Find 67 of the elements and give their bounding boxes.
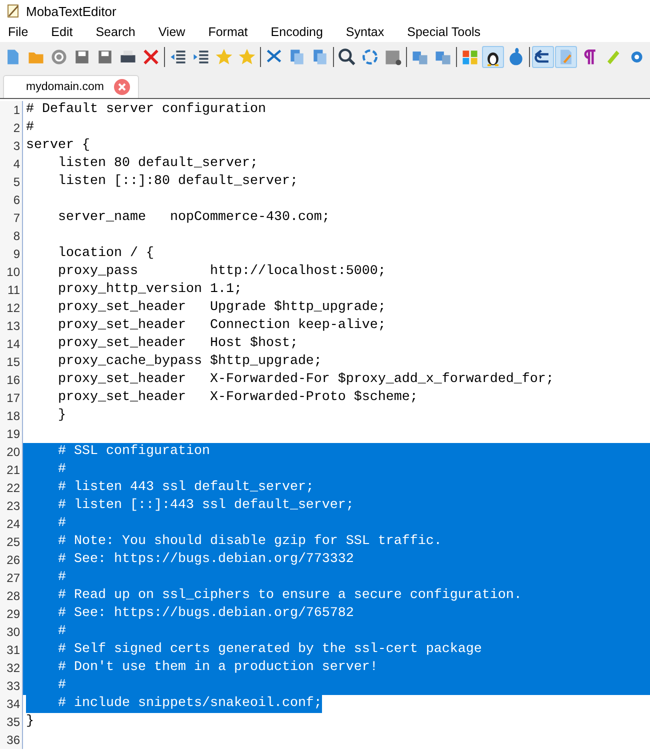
line-number: 24	[0, 515, 23, 533]
menu-item[interactable]: Encoding	[270, 25, 323, 39]
code-line: listen [::]:80 default_server;	[56, 173, 298, 191]
code-line: proxy_set_header Connection keep-alive;	[56, 317, 386, 335]
code-line: location / {	[56, 245, 154, 263]
menu-item[interactable]: Special Tools	[407, 25, 481, 39]
line-number: 29	[0, 605, 23, 623]
code-line: proxy_cache_bypass $http_upgrade;	[56, 353, 322, 371]
code-line: proxy_set_header Host $host;	[56, 335, 298, 353]
file-tab[interactable]: mydomain.com	[3, 75, 139, 98]
notepad-icon	[6, 4, 20, 18]
menu-item[interactable]: Search	[96, 25, 136, 39]
line-number: 4	[0, 155, 23, 173]
line-number: 13	[0, 317, 23, 335]
code-line: proxy_set_header Upgrade $http_upgrade;	[56, 299, 386, 317]
code-line: proxy_set_header X-Forwarded-For $proxy_add_x_forwarded_for;	[56, 371, 554, 389]
line-number: 30	[0, 623, 23, 641]
line-number: 22	[0, 479, 23, 497]
line-number: 16	[0, 371, 23, 389]
line-number: 12	[0, 299, 23, 317]
line-number: 26	[0, 551, 23, 569]
menu-item[interactable]: Syntax	[346, 25, 384, 39]
code-line: }	[26, 713, 34, 731]
line-number: 27	[0, 569, 23, 587]
line-number: 6	[0, 191, 23, 209]
line-number: 15	[0, 353, 23, 371]
penguin-icon[interactable]	[482, 46, 504, 68]
line-number: 18	[0, 407, 23, 425]
line-number: 7	[0, 209, 23, 227]
line-number: 10	[0, 263, 23, 281]
line-number: 28	[0, 587, 23, 605]
line-number: 21	[0, 461, 23, 479]
line-number: 19	[0, 425, 23, 443]
line-number: 35	[0, 713, 23, 731]
line-number: 33	[0, 677, 23, 695]
code-line: proxy_http_version 1.1;	[56, 281, 242, 299]
menu-item[interactable]: View	[158, 25, 186, 39]
code-line: }	[56, 407, 66, 425]
menu-item[interactable]: Format	[208, 25, 248, 39]
code-line: proxy_set_header X-Forwarded-Proto $scheme;	[56, 389, 418, 407]
menu-item[interactable]: File	[8, 25, 28, 39]
line-number: 8	[0, 227, 23, 245]
line-number: 31	[0, 641, 23, 659]
line-number: 36	[0, 731, 23, 749]
line-number: 20	[0, 443, 23, 461]
code-line: listen 80 default_server;	[56, 155, 258, 173]
code-line: # Default server configuration	[26, 101, 266, 119]
line-number: 3	[0, 137, 23, 155]
line-number: 9	[0, 245, 23, 263]
line-number: 5	[0, 173, 23, 191]
line-number: 23	[0, 497, 23, 515]
line-number: 2	[0, 119, 23, 137]
code-line: server {	[26, 137, 90, 155]
code-line: #	[26, 119, 34, 137]
code-line: server_name nopCommerce-430.com;	[56, 209, 330, 227]
search-icon[interactable]	[336, 46, 358, 68]
code-line: proxy_pass http://localhost:5000;	[56, 263, 386, 281]
menu-item[interactable]: Edit	[51, 25, 73, 39]
line-number: 25	[0, 533, 23, 551]
line-number: 32	[0, 659, 23, 677]
line-number: 14	[0, 335, 23, 353]
line-number: 11	[0, 281, 23, 299]
close-icon[interactable]	[114, 79, 130, 95]
line-number: 17	[0, 389, 23, 407]
line-number: 34	[0, 695, 23, 713]
line-number: 1	[0, 101, 23, 119]
window-title: MobaTextEditor	[26, 4, 116, 18]
